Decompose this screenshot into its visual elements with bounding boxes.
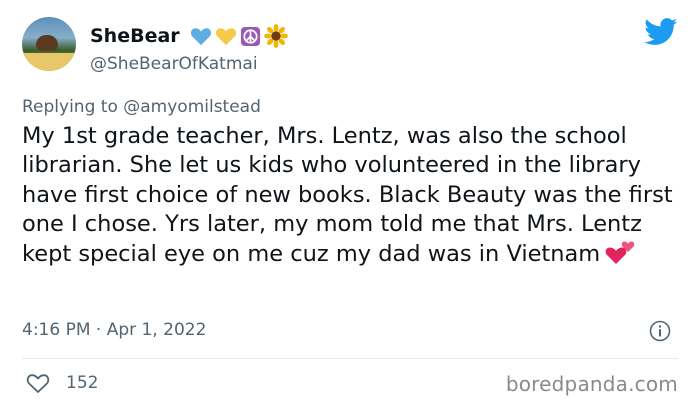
info-icon[interactable] [649,320,671,342]
tweet-body: My 1st grade teacher, Mrs. Lentz, was al… [22,122,682,269]
twitter-bird-icon [644,18,678,45]
author-name-row: SheBear [90,23,288,49]
reply-mention[interactable]: @amyomilstead [123,97,261,117]
author-name[interactable]: SheBear [90,25,180,47]
watermark: boredpanda.com [505,372,678,396]
like-count: 152 [66,373,99,393]
tweet-text: My 1st grade teacher, Mrs. Lentz, was al… [22,123,673,268]
peace-symbol-icon [240,26,260,46]
heart-outline-icon[interactable] [26,372,50,394]
tweet-timestamp[interactable]: 4:16 PM · Apr 1, 2022 [22,320,206,340]
avatar-water [22,53,76,71]
divider [22,358,678,359]
author-handle[interactable]: @SheBearOfKatmai [90,54,258,74]
two-hearts-icon [605,241,635,265]
sunflower-icon [263,24,288,48]
like-action[interactable]: 152 [26,372,98,394]
yellow-heart-icon [215,28,236,46]
avatar[interactable] [22,17,76,71]
tweet-header: SheBear @SheBearOfKatmai [22,14,678,84]
blue-heart-icon [190,28,211,46]
avatar-bear [36,35,58,51]
reply-context: Replying to @amyomilstead [22,97,261,117]
name-emojis [190,24,288,48]
reply-prefix: Replying to [22,97,118,117]
